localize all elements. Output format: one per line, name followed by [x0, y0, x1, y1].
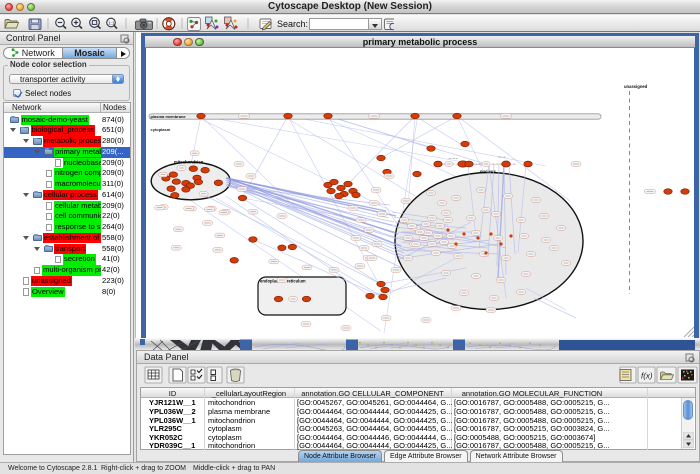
- svg-text:cytoplasm: cytoplasm: [151, 127, 171, 132]
- svg-text:1:1: 1:1: [108, 20, 115, 25]
- svg-text:mitochondrion: mitochondrion: [174, 160, 204, 165]
- svg-text:unassigned: unassigned: [624, 84, 648, 89]
- svg-text:-=- =-=-: -=- =-=-: [448, 157, 458, 161]
- svg-text:== -=-: == -=-: [498, 155, 506, 159]
- svg-text:f(x): f(x): [641, 372, 653, 381]
- svg-text:plasma membrane: plasma membrane: [151, 114, 187, 119]
